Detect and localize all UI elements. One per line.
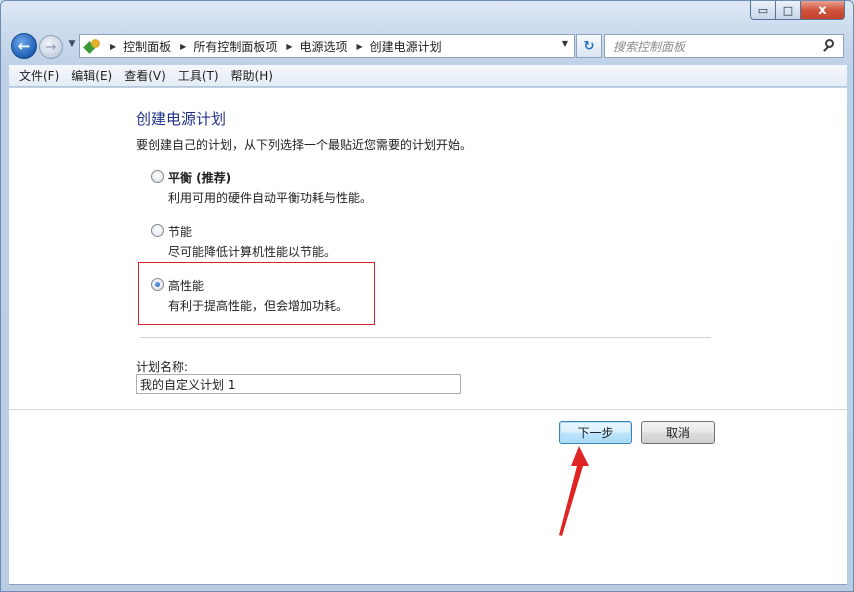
close-button[interactable]: x <box>801 1 845 20</box>
refresh-icon: ↻ <box>583 38 595 54</box>
forward-arrow-icon: → <box>45 39 57 55</box>
option-label[interactable]: 平衡 (推荐) <box>168 169 231 186</box>
chevron-right-icon[interactable]: ▶ <box>180 42 186 51</box>
divider <box>9 409 847 410</box>
breadcrumb-item[interactable]: 电源选项 <box>300 38 348 55</box>
option-label[interactable]: 节能 <box>168 223 192 240</box>
divider <box>140 337 711 338</box>
breadcrumb-item[interactable]: 所有控制面板项 <box>193 38 277 55</box>
content-pane: 创建电源计划 要创建自己的计划，从下列选择一个最贴近您需要的计划开始。 平衡 (… <box>9 88 847 585</box>
radio-power-saver[interactable] <box>151 224 164 237</box>
minimize-button[interactable]: ▭ <box>750 1 776 20</box>
chevron-right-icon[interactable]: ▶ <box>357 42 363 51</box>
menu-help[interactable]: 帮助(H) <box>225 67 279 84</box>
cancel-button[interactable]: 取消 <box>641 421 715 444</box>
minimize-icon: ▭ <box>757 3 769 17</box>
caption-buttons: ▭ □ x <box>750 1 845 21</box>
annotation-highlight-box <box>138 262 375 325</box>
radio-balanced[interactable] <box>151 170 164 183</box>
control-panel-icon <box>83 38 102 54</box>
back-button[interactable]: ← <box>11 33 37 59</box>
search-box[interactable]: 搜索控制面板 <box>604 34 844 58</box>
address-bar[interactable]: ▶ 控制面板 ▶ 所有控制面板项 ▶ 电源选项 ▶ 创建电源计划 ▼ <box>79 34 575 58</box>
maximize-icon: □ <box>782 3 794 17</box>
menu-edit[interactable]: 编辑(E) <box>65 67 118 84</box>
option-description: 尽可能降低计算机性能以节能。 <box>168 245 337 259</box>
chevron-right-icon[interactable]: ▶ <box>110 42 116 51</box>
back-arrow-icon: ← <box>17 37 31 55</box>
navigation-bar: ← → ▼ ▶ 控制面板 ▶ 所有控制面板项 ▶ 电源选项 ▶ 创建电源计划 ▼… <box>9 31 845 61</box>
plan-name-input[interactable] <box>136 374 461 394</box>
plan-name-label: 计划名称: <box>136 360 189 374</box>
window-frame: ▭ □ x ← → ▼ ▶ 控制面板 ▶ 所有控制面板项 ▶ 电源选项 ▶ 创建… <box>0 0 854 592</box>
address-dropdown-icon[interactable]: ▼ <box>562 39 568 48</box>
search-placeholder: 搜索控制面板 <box>613 39 686 54</box>
menu-tools[interactable]: 工具(T) <box>172 67 225 84</box>
page-title: 创建电源计划 <box>136 110 227 128</box>
breadcrumb-item[interactable]: 创建电源计划 <box>370 38 442 55</box>
menu-view[interactable]: 查看(V) <box>118 67 172 84</box>
page-subtitle: 要创建自己的计划，从下列选择一个最贴近您需要的计划开始。 <box>136 138 473 152</box>
chevron-right-icon[interactable]: ▶ <box>286 42 292 51</box>
menu-file[interactable]: 文件(F) <box>13 67 65 84</box>
annotation-arrow-icon <box>559 446 589 536</box>
forward-button[interactable]: → <box>39 35 63 59</box>
breadcrumb-item[interactable]: 控制面板 <box>123 38 171 55</box>
chevron-down-icon: ▼ <box>68 39 76 49</box>
search-icon[interactable] <box>823 39 837 53</box>
maximize-button[interactable]: □ <box>776 1 801 20</box>
refresh-button[interactable]: ↻ <box>576 34 602 58</box>
menu-bar: 文件(F) 编辑(E) 查看(V) 工具(T) 帮助(H) <box>9 65 847 87</box>
recent-pages-dropdown[interactable]: ▼ <box>66 39 78 53</box>
close-icon: x <box>818 2 827 18</box>
option-description: 利用可用的硬件自动平衡功耗与性能。 <box>168 191 373 205</box>
